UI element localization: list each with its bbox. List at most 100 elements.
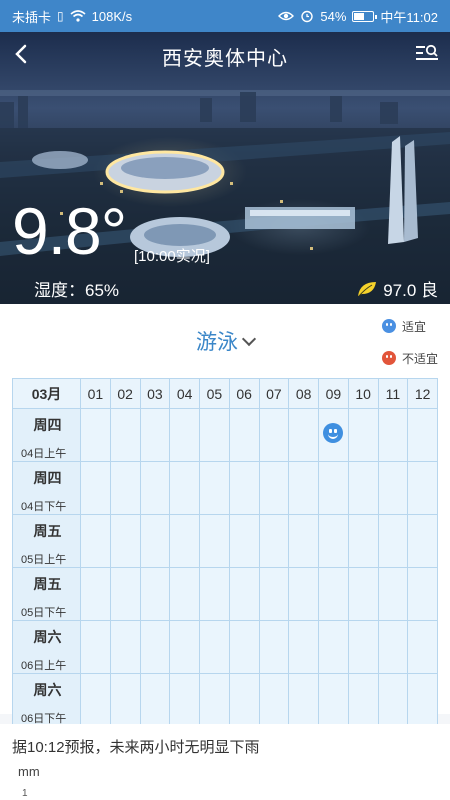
grid-cell[interactable]: [199, 673, 230, 727]
activity-name: 游泳: [196, 331, 238, 354]
grid-cell[interactable]: [80, 567, 111, 621]
grid-cell[interactable]: [109, 620, 141, 674]
grid-cell[interactable]: [139, 408, 171, 462]
grid-cell[interactable]: [407, 461, 438, 515]
suitability-grid: 03月 01 02 03 04 05 06 07 08 09 10 11 12 …: [12, 378, 438, 727]
grid-cell[interactable]: [199, 514, 230, 568]
grid-cell[interactable]: [228, 461, 260, 515]
grid-cell[interactable]: [258, 567, 290, 621]
grid-cell[interactable]: [169, 514, 200, 568]
grid-cell[interactable]: [318, 567, 349, 621]
hour-header: 08: [288, 378, 319, 409]
grid-cell[interactable]: [169, 408, 200, 462]
grid-cell[interactable]: [80, 514, 111, 568]
grid-row: 周四 04日上午: [12, 408, 438, 462]
grid-cell[interactable]: [318, 461, 349, 515]
grid-cell[interactable]: [318, 673, 349, 727]
grid-cell[interactable]: [169, 567, 200, 621]
grid-cell[interactable]: [169, 461, 200, 515]
grid-cell[interactable]: [347, 567, 379, 621]
grid-cell[interactable]: [407, 408, 438, 462]
grid-cell[interactable]: [109, 461, 141, 515]
hour-header: 01: [80, 378, 111, 409]
grid-cell[interactable]: [139, 620, 171, 674]
grid-cell[interactable]: [228, 514, 260, 568]
grid-cell[interactable]: [407, 620, 438, 674]
grid-cell[interactable]: [288, 514, 319, 568]
eye-icon: [278, 11, 295, 21]
weekday-label: 周五: [33, 576, 62, 592]
grid-cell[interactable]: [80, 461, 111, 515]
grid-cell[interactable]: [347, 408, 379, 462]
grid-cell[interactable]: [377, 408, 409, 462]
grid-cell[interactable]: [109, 408, 141, 462]
grid-cell[interactable]: [288, 620, 319, 674]
grid-cell[interactable]: [258, 408, 290, 462]
grid-cell[interactable]: [258, 620, 290, 674]
grid-cell[interactable]: [288, 408, 319, 462]
legend: 适宜 不适宜: [381, 310, 438, 374]
grid-cell[interactable]: [80, 408, 111, 462]
grid-cell[interactable]: [377, 620, 409, 674]
observation-time: [10:00实况]: [134, 248, 210, 265]
grid-cell[interactable]: [318, 620, 349, 674]
grid-cell[interactable]: [199, 567, 230, 621]
period-label: 06日上午: [21, 660, 67, 672]
weekday-label: 周四: [33, 417, 62, 433]
row-header: 周四 04日下午: [12, 461, 81, 515]
row-header: 周五 05日上午: [12, 514, 81, 568]
grid-cell[interactable]: [377, 673, 409, 727]
grid-row: 周五 05日上午: [12, 514, 438, 568]
grid-cell[interactable]: [347, 461, 379, 515]
grid-cell[interactable]: [228, 620, 260, 674]
grid-cell[interactable]: [347, 620, 379, 674]
aqi-badge[interactable]: 97.0 良: [356, 276, 438, 301]
grid-cell[interactable]: [347, 514, 379, 568]
hour-header: 09: [318, 378, 349, 409]
grid-cell[interactable]: [139, 461, 171, 515]
grid-cell[interactable]: [407, 567, 438, 621]
grid-cell[interactable]: [228, 673, 260, 727]
grid-cell[interactable]: [169, 620, 200, 674]
carrier-text: 未插卡: [12, 9, 52, 25]
grid-cell[interactable]: [258, 514, 290, 568]
grid-cell[interactable]: [199, 408, 230, 462]
grid-cell[interactable]: [318, 514, 349, 568]
grid-cell[interactable]: [139, 567, 171, 621]
grid-cell[interactable]: [80, 673, 111, 727]
grid-cell[interactable]: [377, 514, 409, 568]
grid-cell[interactable]: [347, 673, 379, 727]
grid-cell[interactable]: [109, 567, 141, 621]
grid-header-row: 03月 01 02 03 04 05 06 07 08 09 10 11 12: [12, 378, 438, 409]
grid-cell[interactable]: [407, 673, 438, 727]
grid-cell[interactable]: [228, 567, 260, 621]
grid-cell[interactable]: [109, 514, 141, 568]
grid-cell[interactable]: [407, 514, 438, 568]
grid-cell[interactable]: [80, 620, 111, 674]
grid-cell[interactable]: [169, 673, 200, 727]
chevron-down-icon: [241, 331, 257, 347]
grid-cell[interactable]: [109, 673, 141, 727]
grid-cell[interactable]: [228, 408, 260, 462]
smile-face-icon: [381, 319, 396, 333]
row-header: 周六 06日下午: [12, 673, 81, 727]
grid-cell[interactable]: [288, 461, 319, 515]
period-label: 05日上午: [21, 554, 67, 566]
aqi-value: 97.0 良: [383, 281, 438, 300]
grid-cell[interactable]: [199, 620, 230, 674]
grid-cell[interactable]: [288, 673, 319, 727]
rain-forecast-text: 据10:12预报，未来两小时无明显下雨: [12, 739, 260, 756]
grid-cell[interactable]: [139, 673, 171, 727]
grid-cell[interactable]: [288, 567, 319, 621]
grid-cell[interactable]: [377, 461, 409, 515]
grid-cell[interactable]: [377, 567, 409, 621]
grid-cell[interactable]: [258, 673, 290, 727]
period-label: 04日上午: [21, 448, 67, 460]
grid-cell[interactable]: [139, 514, 171, 568]
grid-cell[interactable]: [318, 408, 349, 462]
list-search-icon[interactable]: [416, 44, 438, 62]
legend-label: 适宜: [401, 319, 426, 334]
status-bar: 未插卡 ▯ 108K/s 54% 中午11:02: [0, 0, 450, 32]
grid-cell[interactable]: [199, 461, 230, 515]
grid-cell[interactable]: [258, 461, 290, 515]
